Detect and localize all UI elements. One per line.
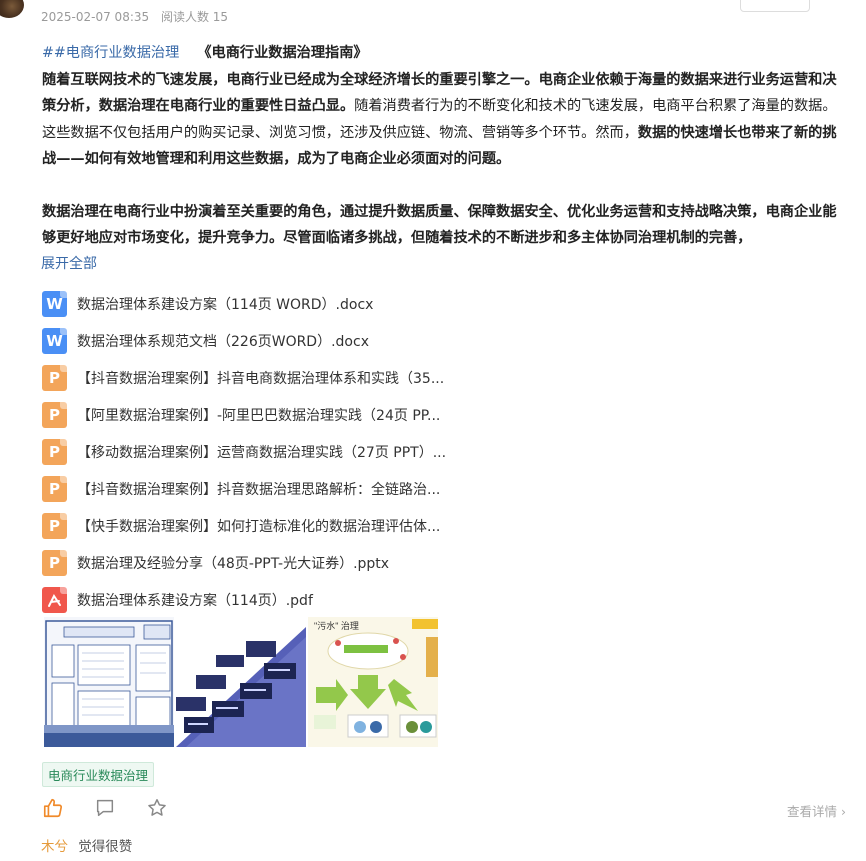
expand-all-link[interactable]: 展开全部 bbox=[41, 253, 97, 273]
attachment-item[interactable]: P 【抖音数据治理案例】抖音电商数据治理体系和实践（35... bbox=[42, 359, 446, 396]
attachment-name: 【抖音数据治理案例】抖音数据治理思路解析：全链路治... bbox=[77, 481, 441, 498]
post-heading-line: ##电商行业数据治理 《电商行业数据治理指南》 bbox=[42, 40, 842, 67]
star-icon[interactable] bbox=[146, 797, 168, 819]
attachment-item[interactable]: P 【抖音数据治理案例】抖音数据治理思路解析：全链路治... bbox=[42, 470, 446, 507]
guide-title: 《电商行业数据治理指南》 bbox=[197, 45, 368, 61]
view-details-link[interactable]: 查看详情 › bbox=[787, 801, 846, 820]
comment-item: 木兮 觉得很赞 bbox=[41, 835, 132, 855]
word-file-icon: W bbox=[42, 327, 67, 354]
attachment-item[interactable]: W 数据治理体系建设方案（114页 WORD）.docx bbox=[42, 285, 446, 322]
pdf-file-icon bbox=[42, 586, 67, 613]
topic-tag[interactable]: 电商行业数据治理 bbox=[42, 762, 155, 787]
ppt-file-icon: P bbox=[42, 475, 67, 502]
hashtag-link[interactable]: ##电商行业数据治理 bbox=[42, 45, 179, 61]
ppt-file-icon: P bbox=[42, 549, 67, 576]
attachment-item[interactable]: P 数据治理及经验分享（48页-PPT-光大证券）.pptx bbox=[42, 544, 446, 581]
comment-text: 觉得很赞 bbox=[78, 839, 133, 855]
attachment-name: 【抖音数据治理案例】抖音电商数据治理体系和实践（35... bbox=[77, 370, 445, 387]
thumb-up-icon[interactable] bbox=[42, 797, 64, 819]
attachment-name: 数据治理体系建设方案（114页）.pdf bbox=[77, 592, 313, 609]
attachment-name: 【阿里数据治理案例】-阿里巴巴数据治理实践（24页 PP... bbox=[77, 407, 441, 424]
avatar[interactable] bbox=[0, 0, 24, 18]
thumb3-title: "污水" 治理 bbox=[314, 620, 359, 631]
view-count: 阅读人数 15 bbox=[160, 10, 229, 24]
attachment-item[interactable]: P 【阿里数据治理案例】-阿里巴巴数据治理实践（24页 PP... bbox=[42, 396, 446, 433]
post-paragraph-2: 数据治理在电商行业中扮演着至关重要的角色，通过提升数据质量、保障数据安全、优化业… bbox=[42, 199, 842, 252]
follow-button[interactable] bbox=[740, 0, 810, 12]
attachment-item[interactable]: P 【快手数据治理案例】如何打造标准化的数据治理评估体... bbox=[42, 507, 446, 544]
attachment-name: 数据治理及经验分享（48页-PPT-光大证券）.pptx bbox=[77, 555, 390, 572]
post-meta: 2025-02-07 08:35 阅读人数 15 bbox=[41, 8, 236, 25]
ppt-file-icon: P bbox=[42, 401, 67, 428]
comment-icon[interactable] bbox=[94, 797, 116, 819]
attachment-name: 【快手数据治理案例】如何打造标准化的数据治理评估体... bbox=[77, 518, 441, 535]
ppt-file-icon: P bbox=[42, 438, 67, 465]
thumbnail-image[interactable] bbox=[176, 617, 306, 747]
image-gallery: "污水" 治理 bbox=[44, 617, 438, 747]
attachment-list: W 数据治理体系建设方案（114页 WORD）.docx W 数据治理体系规范文… bbox=[42, 285, 446, 618]
word-file-icon: W bbox=[42, 290, 67, 317]
thumbnail-image[interactable]: "污水" 治理 bbox=[308, 617, 438, 747]
ppt-file-icon: P bbox=[42, 512, 67, 539]
ppt-file-icon: P bbox=[42, 364, 67, 391]
attachment-name: 【移动数据治理案例】运营商数据治理实践（27页 PPT）... bbox=[77, 444, 447, 461]
attachment-name: 数据治理体系规范文档（226页WORD）.docx bbox=[77, 333, 369, 350]
comment-user[interactable]: 木兮 bbox=[41, 839, 68, 855]
thumbnail-image[interactable] bbox=[44, 617, 174, 747]
attachment-item[interactable]: 数据治理体系建设方案（114页）.pdf bbox=[42, 581, 446, 618]
action-bar bbox=[42, 797, 168, 819]
post-body: ##电商行业数据治理 《电商行业数据治理指南》 随着互联网技术的飞速发展，电商行… bbox=[42, 40, 842, 252]
post-paragraph-1: 随着互联网技术的飞速发展，电商行业已经成为全球经济增长的重要引擎之一。电商企业依… bbox=[42, 67, 842, 173]
attachment-item[interactable]: P 【移动数据治理案例】运营商数据治理实践（27页 PPT）... bbox=[42, 433, 446, 470]
p2-bold: 数据治理在电商行业中扮演着至关重要的角色，通过提升数据质量、保障数据安全、优化业… bbox=[42, 203, 837, 247]
attachment-item[interactable]: W 数据治理体系规范文档（226页WORD）.docx bbox=[42, 322, 446, 359]
attachment-name: 数据治理体系建设方案（114页 WORD）.docx bbox=[77, 296, 374, 313]
post-date: 2025-02-07 08:35 bbox=[41, 10, 150, 24]
